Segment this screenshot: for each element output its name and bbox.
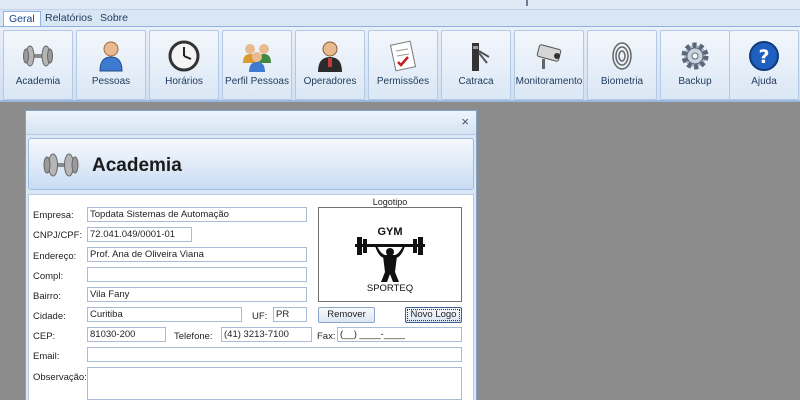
cnpj-label: CNPJ/CPF: [33, 230, 83, 241]
operadores-label: Operadores [303, 76, 357, 87]
compl-field[interactable] [87, 267, 307, 282]
logotipo-label: Logotipo [372, 197, 408, 207]
ribbon-toolbar: Academia Pessoas Horários Perfil Pessoas [0, 26, 800, 102]
tab-relatorios[interactable]: Relatórios [40, 11, 97, 27]
svg-text:GYM: GYM [377, 226, 402, 238]
gear-icon [681, 42, 709, 70]
pessoas-button[interactable]: Pessoas [76, 30, 146, 100]
help-icon: ? [749, 41, 779, 71]
endereco-field[interactable]: Prof. Ana de Oliveira Viana [87, 247, 307, 262]
gym-logo-image: GYM SPORTEQ [355, 226, 425, 294]
remover-button[interactable]: Remover [318, 307, 375, 323]
empresa-field[interactable]: Topdata Sistemas de Automação [87, 207, 307, 222]
biometria-label: Biometria [600, 76, 644, 87]
fax-label: Fax: [317, 331, 336, 342]
permissions-icon [389, 40, 417, 72]
email-label: Email: [33, 351, 60, 362]
operator-icon [318, 41, 342, 72]
email-field[interactable] [87, 347, 462, 362]
dumbbell-icon [43, 153, 79, 177]
title-strip-mark [526, 0, 528, 6]
tab-sobre[interactable]: Sobre [95, 11, 133, 27]
close-icon[interactable]: × [461, 114, 469, 129]
empresa-label: Empresa: [33, 210, 74, 221]
dialog-header: Academia [28, 138, 474, 190]
backup-label: Backup [678, 76, 712, 87]
operadores-button[interactable]: Operadores [295, 30, 365, 100]
dumbbell-icon [23, 45, 53, 67]
people-group-icon [243, 44, 271, 72]
ribbon-tab-bar: Geral Relatórios Sobre [0, 10, 800, 28]
permissoes-button[interactable]: Permissões [368, 30, 438, 100]
observacao-field[interactable] [87, 367, 462, 400]
catraca-label: Catraca [458, 76, 494, 87]
horarios-button[interactable]: Horários [149, 30, 219, 100]
uf-label: UF: [252, 311, 268, 322]
title-strip [0, 0, 800, 10]
dialog-title: Academia [92, 155, 182, 176]
person-icon [99, 41, 123, 72]
uf-field[interactable]: PR [273, 307, 307, 322]
monitoramento-label: Monitoramento [515, 76, 583, 87]
biometria-button[interactable]: Biometria [587, 30, 657, 100]
bairro-label: Bairro: [33, 291, 61, 302]
permissoes-label: Permissões [376, 76, 430, 87]
horarios-label: Horários [165, 76, 203, 87]
telefone-field[interactable]: (41) 3213-7100 [221, 327, 312, 342]
turnstile-icon [472, 43, 490, 71]
ajuda-button[interactable]: ? Ajuda [729, 30, 799, 100]
cnpj-field[interactable]: 72.041.049/0001-01 [87, 227, 192, 242]
bairro-field[interactable]: Vila Fany [87, 287, 307, 302]
perfil-pessoas-label: Perfil Pessoas [225, 76, 289, 87]
backup-button[interactable]: Backup [660, 30, 730, 100]
pessoas-label: Pessoas [91, 76, 131, 87]
clock-icon [168, 40, 200, 72]
compl-label: Compl: [33, 271, 64, 282]
camera-icon [536, 44, 562, 69]
cidade-field[interactable]: Curitiba [87, 307, 242, 322]
logo-preview: GYM SPORTEQ [318, 207, 462, 302]
cep-field[interactable]: 81030-200 [87, 327, 166, 342]
cep-label: CEP: [33, 331, 56, 342]
academia-label: Academia [15, 76, 61, 87]
fingerprint-icon [612, 42, 632, 70]
catraca-button[interactable]: Catraca [441, 30, 511, 100]
endereco-label: Endereço: [33, 251, 77, 262]
cidade-label: Cidade: [33, 311, 66, 322]
academia-button[interactable]: Academia [3, 30, 73, 100]
svg-text:?: ? [758, 46, 769, 68]
telefone-label: Telefone: [174, 331, 213, 342]
fax-field[interactable]: (__) ____-____ [337, 327, 462, 342]
svg-text:SPORTEQ: SPORTEQ [367, 283, 413, 294]
novo-logo-button[interactable]: Novo Logo [405, 307, 462, 323]
observacao-label: Observação: [33, 372, 87, 383]
ajuda-label: Ajuda [751, 76, 777, 87]
monitoramento-button[interactable]: Monitoramento [514, 30, 584, 100]
perfil-pessoas-button[interactable]: Perfil Pessoas [222, 30, 292, 100]
dialog-titlebar[interactable]: × [26, 111, 476, 135]
